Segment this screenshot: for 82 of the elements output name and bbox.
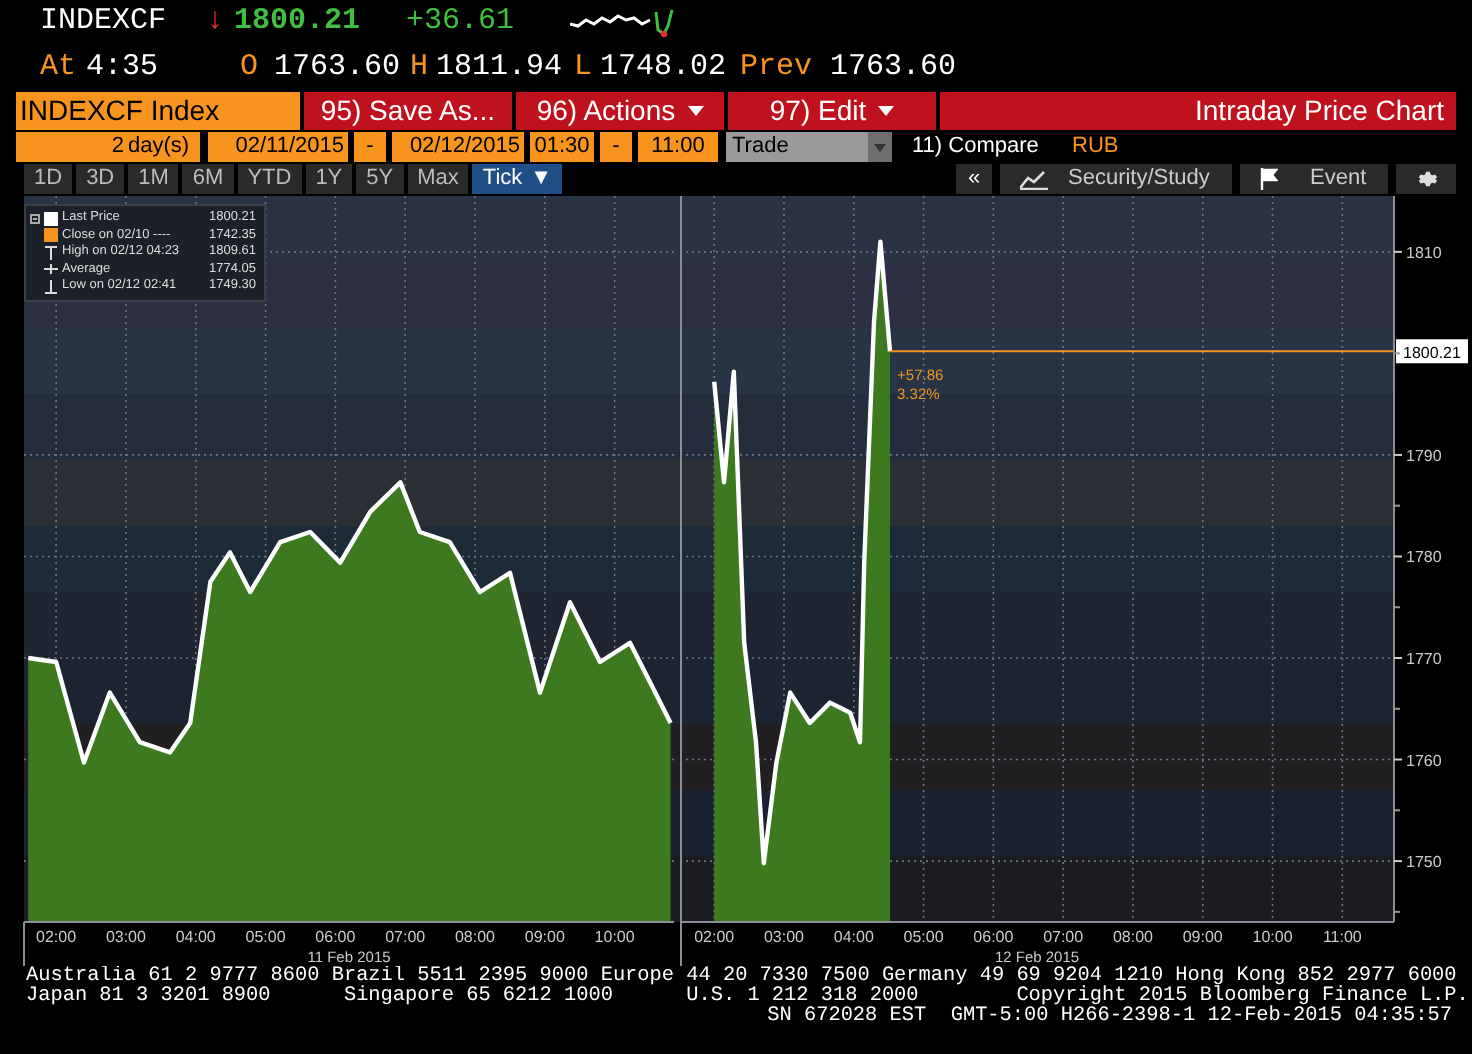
date-separator: - (354, 132, 386, 162)
low-marker-icon (44, 279, 58, 294)
caret-icon: ▼ (530, 164, 553, 194)
x-tick-label: 09:00 (524, 928, 565, 946)
prev-price: 1763.60 (830, 48, 957, 88)
x-tick-label: 06:00 (973, 928, 1014, 946)
window-title: Intraday Price Chart (940, 92, 1456, 130)
x-tick-label: 04:00 (833, 928, 874, 946)
settings-button[interactable] (1396, 164, 1456, 194)
high-marker-icon (44, 245, 58, 260)
footer-line: Japan 81 3 3201 8900 Singapore 65 6212 1000 U.S. 1 212 318 2000 Copyright 2015 Bloomberg Finance L.P. (26, 988, 1471, 1008)
collapse-icon (30, 214, 40, 224)
compare-button[interactable]: 11) Compare (912, 132, 1072, 162)
x-tick-label: 05:00 (903, 928, 944, 946)
sparkline-icon (570, 6, 674, 38)
ticker-symbol: INDEXCF (40, 2, 169, 42)
toolbar-button[interactable]: 97) Edit (728, 92, 936, 130)
x-tick-label: 02:00 (694, 928, 735, 946)
open-price: 1763.60 (274, 48, 403, 88)
y-tick-label: 1760 (1406, 751, 1442, 770)
range-tab[interactable]: 1M (128, 164, 179, 194)
quote-time: 4:35 (86, 48, 161, 88)
range-tab[interactable]: Max (407, 164, 469, 194)
mode-dropdown[interactable]: Trade (726, 132, 892, 162)
range-tab[interactable]: YTD (237, 164, 302, 194)
y-tick-label: 1770 (1406, 650, 1442, 668)
footer-line: Australia 61 2 9777 8600 Brazil 5511 2395 9000 Europe 44 20 7330 7500 Germany 49 69 9204 1210 Hong Kong 852 2977 6000 (26, 968, 1457, 988)
y-tick-label: 1790 (1406, 446, 1442, 465)
high-price: 1811.94 (436, 48, 565, 88)
direction-arrow: ↓ (206, 2, 227, 42)
days-field[interactable]: 2 (16, 132, 128, 162)
settings-icon (1415, 168, 1437, 190)
time-label: At (40, 48, 79, 88)
price-change: +36.61 (406, 2, 517, 42)
ref-line-label: 1800.21 (1403, 344, 1463, 363)
currency-label: RUB (1072, 132, 1119, 162)
y-tick-label: 1810 (1406, 243, 1442, 262)
x-tick-label: 06:00 (315, 928, 356, 946)
security-study-button[interactable]: Security/Study (1000, 164, 1232, 194)
x-tick-label: 05:00 (245, 928, 286, 946)
range-tab[interactable]: 1D (24, 164, 73, 194)
x-tick-label: 08:00 (455, 928, 496, 946)
flag-icon (1260, 168, 1278, 190)
event-button[interactable]: Event (1240, 164, 1388, 194)
security-field[interactable]: INDEXCF Index (16, 92, 300, 130)
toolbar-button[interactable]: 96) Actions (516, 92, 724, 130)
start-time-field[interactable]: 01:30 (530, 132, 594, 162)
toolbar-button[interactable]: 95) Save As... (304, 92, 512, 130)
x-tick-label: 08:00 (1112, 928, 1153, 946)
line-chart-icon (1020, 169, 1048, 189)
range-tab[interactable]: 3D (76, 164, 125, 194)
y-tick-label: 1750 (1406, 853, 1442, 872)
low-price: 1748.02 (600, 48, 729, 88)
end-date-field[interactable]: 02/12/2015 (392, 132, 524, 162)
x-tick-label: 10:00 (594, 928, 635, 946)
range-tab[interactable]: 5Y (356, 164, 404, 194)
x-tick-label: 11:00 (1322, 928, 1362, 946)
open-label: O (240, 48, 261, 88)
x-tick-label: 03:00 (105, 928, 146, 946)
x-tick-label: 09:00 (1182, 928, 1223, 946)
prev-label: Prev (740, 48, 815, 88)
average-marker-icon (44, 262, 58, 277)
x-tick-label: 03:00 (763, 928, 805, 946)
x-tick-label: 07:00 (385, 928, 426, 946)
last-price: 1800.21 (234, 2, 363, 42)
collapse-button[interactable]: « (956, 164, 992, 194)
x-tick-label: 04:00 (175, 928, 216, 946)
last-price-tag: 1800.21 (1396, 339, 1468, 364)
x-tick-label: 10:00 (1252, 928, 1293, 946)
footer-line: SN 672028 EST GMT-5:00 H266-2398-1 12-Feb-2015 04:35:57 (765, 1008, 1454, 1028)
time-separator: - (600, 132, 632, 162)
x-tick-label: 07:00 (1043, 928, 1084, 946)
high-label: H (410, 48, 431, 88)
x-tick-label: 02:00 (36, 928, 77, 946)
range-tab[interactable]: Tick ▼ (472, 164, 563, 194)
range-tab[interactable]: 1Y (305, 164, 353, 194)
start-date-field[interactable]: 02/11/2015 (208, 132, 348, 162)
end-time-field[interactable]: 11:00 (638, 132, 718, 162)
days-unit: day(s) (128, 132, 200, 162)
low-label: L (574, 48, 595, 88)
y-tick-label: 1780 (1406, 548, 1442, 567)
range-tab[interactable]: 6M (182, 164, 234, 194)
